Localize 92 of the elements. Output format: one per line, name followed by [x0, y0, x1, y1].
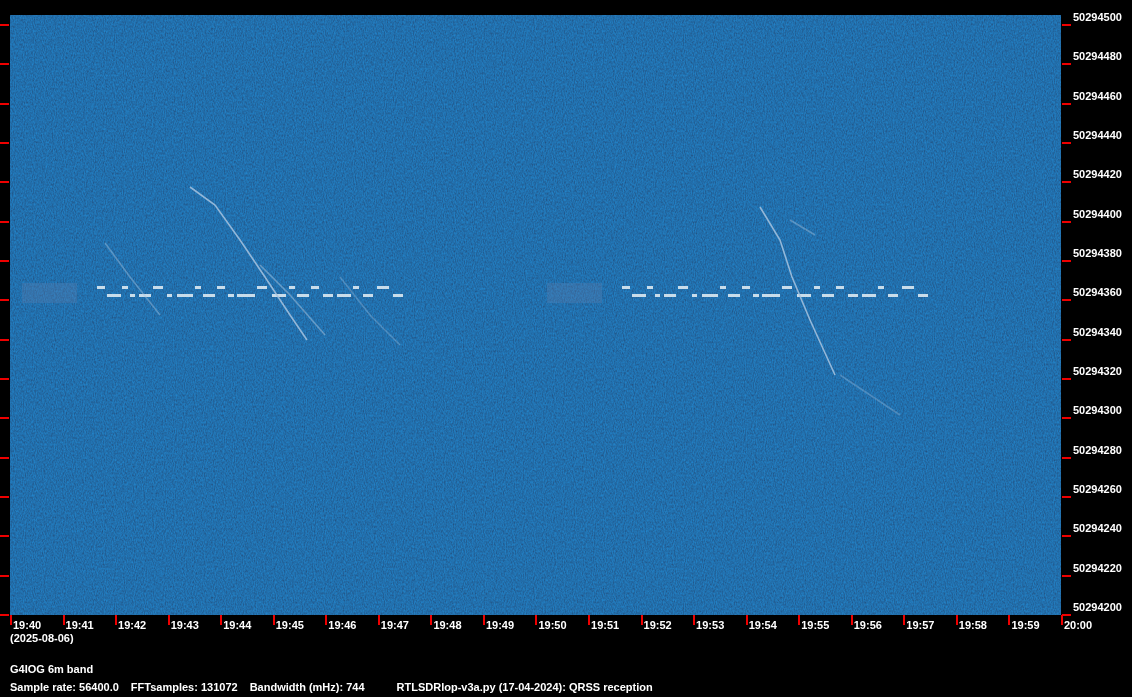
- frequency-label: 50294480: [1073, 50, 1122, 64]
- time-label: 19:42: [117, 618, 147, 631]
- tick-mark: [1062, 24, 1071, 26]
- time-label: 19:49: [484, 618, 515, 631]
- tick-mark: [0, 24, 9, 26]
- tick-mark: [1062, 378, 1071, 380]
- frequency-label: 50294320: [1073, 365, 1122, 378]
- time-label: 19:40: [12, 618, 42, 631]
- frequency-label: 50294220: [1073, 561, 1122, 575]
- frequency-label: 50294500: [1073, 11, 1122, 24]
- frequency-label: 50294360: [1073, 286, 1122, 300]
- tick-mark: [0, 417, 9, 420]
- info-text: Sample rate: 56400.0: [10, 681, 119, 693]
- tick-mark: [0, 338, 9, 341]
- info-text: FFTsamples: 131072: [130, 681, 238, 693]
- station-label: G4IOG 6m band: [9, 663, 95, 675]
- tick-mark: [0, 181, 9, 184]
- tick-mark: [0, 378, 9, 380]
- time-label: 19:55: [800, 618, 830, 631]
- time-label: 20:00: [1062, 618, 1093, 631]
- tick-mark: [0, 574, 9, 577]
- tick-mark: [220, 615, 223, 625]
- tick-mark: [0, 102, 9, 105]
- tick-mark: [272, 615, 275, 625]
- tick-mark: [955, 615, 958, 625]
- tick-mark: [167, 615, 170, 625]
- frequency-label: 50294240: [1073, 522, 1122, 536]
- frequency-label: 50294400: [1073, 207, 1122, 221]
- tick-mark: [0, 63, 9, 66]
- tick-mark: [1062, 220, 1071, 223]
- time-label: 19:47: [379, 618, 409, 631]
- time-label: 19:43: [169, 618, 199, 631]
- tick-mark: [325, 615, 328, 625]
- date-label: (2025-08-06): [9, 632, 75, 644]
- tick-mark: [693, 615, 696, 625]
- tick-mark: [588, 615, 590, 625]
- tick-mark: [1062, 338, 1071, 341]
- time-label: 19:41: [64, 618, 94, 631]
- frequency-label: 50294260: [1073, 483, 1122, 496]
- tick-mark: [0, 496, 9, 498]
- time-label: 19:56: [852, 618, 882, 631]
- tick-mark: [0, 142, 9, 144]
- time-label: 19:59: [1010, 618, 1040, 631]
- time-label: 19:58: [957, 618, 987, 631]
- tick-mark: [0, 260, 9, 262]
- tick-mark: [377, 615, 380, 625]
- tick-mark: [1062, 63, 1071, 66]
- time-label: 19:51: [590, 618, 620, 631]
- tick-mark: [1062, 102, 1071, 105]
- tick-mark: [1062, 299, 1071, 302]
- tick-mark: [62, 615, 65, 625]
- time-label: 19:52: [642, 618, 672, 631]
- frequency-label: 50294300: [1073, 404, 1122, 418]
- time-label: 19:44: [222, 618, 252, 631]
- tick-mark: [1062, 496, 1071, 498]
- tick-mark: [1062, 574, 1071, 577]
- tick-mark: [850, 615, 853, 625]
- frequency-label: 50294420: [1073, 168, 1122, 182]
- tick-mark: [640, 615, 643, 625]
- tick-mark: [0, 299, 9, 302]
- frequency-label: 50294380: [1073, 247, 1122, 260]
- frequency-label: 50294340: [1073, 325, 1122, 339]
- frequency-label: 50294440: [1073, 129, 1122, 142]
- tick-mark: [115, 615, 118, 625]
- tick-mark: [745, 615, 748, 625]
- tick-mark: [1062, 181, 1071, 184]
- program-label: RTLSDRlop-v3a.py (17-04-2024): QRSS reception: [396, 681, 653, 693]
- tick-mark: [1062, 456, 1071, 459]
- frequency-label: 50294200: [1073, 601, 1122, 614]
- tick-mark: [1008, 615, 1011, 625]
- tick-mark: [430, 615, 433, 625]
- tick-mark: [1062, 142, 1071, 144]
- tick-mark: [1062, 417, 1071, 420]
- tick-mark: [0, 535, 9, 538]
- time-label: 19:54: [747, 618, 777, 631]
- tick-mark: [1062, 535, 1071, 538]
- time-label: 19:57: [905, 618, 935, 631]
- time-label: 19:45: [274, 618, 304, 631]
- tick-mark: [482, 615, 485, 625]
- tick-mark: [0, 456, 9, 459]
- time-label: 19:53: [695, 618, 725, 631]
- frequency-label: 50294280: [1073, 443, 1122, 457]
- tick-mark: [535, 615, 538, 625]
- tick-mark: [1062, 260, 1071, 262]
- tick-mark: [0, 220, 9, 223]
- info-text: Bandwidth (mHz): 744: [249, 681, 365, 693]
- tick-mark: [798, 615, 801, 625]
- time-label: 19:46: [327, 618, 357, 631]
- frequency-label: 50294460: [1073, 89, 1122, 103]
- time-label: 19:48: [432, 618, 462, 631]
- tick-mark: [903, 615, 906, 625]
- time-label: 19:50: [537, 618, 567, 631]
